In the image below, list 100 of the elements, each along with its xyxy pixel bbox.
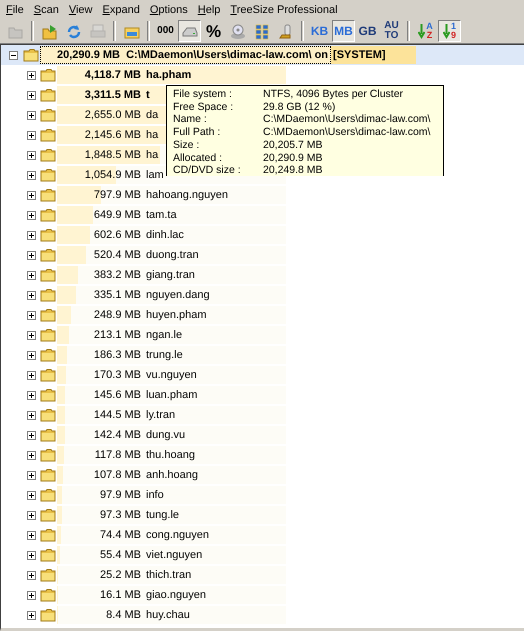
expand-icon[interactable] <box>27 110 36 120</box>
expand-icon[interactable] <box>27 250 36 260</box>
folder-name[interactable]: trung.le <box>146 349 183 361</box>
expand-icon[interactable] <box>27 490 36 500</box>
menu-item[interactable]: Help <box>192 4 226 16</box>
grid-icon <box>252 22 270 40</box>
folder-name[interactable]: ha <box>146 149 158 161</box>
expand-icon[interactable] <box>27 330 36 340</box>
folder-icon <box>40 148 56 162</box>
folder-name[interactable]: ly.tran <box>146 409 176 421</box>
folder-icon <box>40 88 56 102</box>
folder-name[interactable]: tam.ta <box>146 209 177 221</box>
folder-name[interactable]: luan.pham <box>146 389 198 401</box>
folder-size: 383.2 MB <box>92 269 141 281</box>
expand-icon[interactable] <box>27 610 36 620</box>
expand-icon[interactable] <box>27 310 36 320</box>
folder-icon <box>40 368 56 382</box>
menu-item[interactable]: Options <box>144 4 193 16</box>
owner-label: [SYSTEM] <box>331 46 416 64</box>
expand-icon[interactable] <box>27 470 36 480</box>
tree-row[interactable]: 20,290.9 MB C:\MDaemon\Users\dimac-law.com\ on [SYSTEM] <box>1 45 524 65</box>
folder-name[interactable]: cong.nguyen <box>146 529 209 541</box>
menu-item[interactable]: Scan <box>28 4 64 16</box>
expand-icon[interactable] <box>27 230 36 240</box>
folder-icon <box>40 588 56 602</box>
folder-icon <box>40 128 56 142</box>
expand-icon[interactable] <box>27 290 36 300</box>
expand-icon[interactable] <box>27 530 36 540</box>
folder-size: 2,655.0 MB <box>84 109 141 121</box>
folder-name[interactable]: viet.nguyen <box>146 549 202 561</box>
folder-name[interactable]: nguyen.dang <box>146 289 210 301</box>
folder-size: 97.9 MB <box>99 489 141 501</box>
folder-size: 797.9 MB <box>92 189 141 201</box>
folder-icon <box>40 568 56 582</box>
folder-size: 2,145.6 MB <box>84 129 141 141</box>
expand-icon[interactable] <box>27 150 36 160</box>
folder-name[interactable]: ha.pham <box>146 69 192 81</box>
folder-name[interactable]: giao.nguyen <box>146 589 206 601</box>
folder-icon <box>40 348 56 362</box>
folder-name[interactable]: lam <box>146 169 164 181</box>
expand-icon[interactable] <box>27 190 36 200</box>
folder-size: 145.6 MB <box>92 389 141 401</box>
folder-name[interactable]: huy.chau <box>146 609 190 621</box>
folder-size: 248.9 MB <box>92 309 141 321</box>
folder-name[interactable]: thich.tran <box>146 569 192 581</box>
unit-toggle[interactable]: GB <box>356 20 379 42</box>
folder-icon <box>40 288 56 302</box>
folder-name[interactable]: huyen.pham <box>146 309 207 321</box>
expand-icon[interactable] <box>27 270 36 280</box>
folder-icon <box>40 168 56 182</box>
folder-name[interactable]: thu.hoang <box>146 449 195 461</box>
expand-icon[interactable] <box>27 170 36 180</box>
auto-unit-toggle[interactable]: AU TO <box>380 20 403 42</box>
expand-icon[interactable] <box>27 590 36 600</box>
folder-name[interactable]: hahoang.nguyen <box>146 189 228 201</box>
collapse-icon[interactable] <box>9 50 18 60</box>
expand-icon[interactable] <box>27 130 36 140</box>
folder-icon <box>40 548 56 562</box>
expand-icon[interactable] <box>27 410 36 420</box>
folder-name[interactable]: duong.tran <box>146 249 199 261</box>
folder-name[interactable]: da <box>146 109 158 121</box>
expand-icon[interactable] <box>27 350 36 360</box>
unit-toggle[interactable]: 000 <box>154 20 177 42</box>
folder-name[interactable]: ha <box>146 129 158 141</box>
expand-icon[interactable] <box>27 550 36 560</box>
unit-toggle[interactable]: MB <box>332 20 355 42</box>
unit-toggle[interactable]: % <box>202 20 225 42</box>
folder-icon <box>40 308 56 322</box>
folder-name[interactable]: info <box>146 489 164 501</box>
menu-item[interactable]: Expand <box>98 4 145 16</box>
folder-icon <box>40 488 56 502</box>
folder-name[interactable]: anh.hoang <box>146 469 198 481</box>
folder-name[interactable]: dinh.lac <box>146 229 184 241</box>
menu-item[interactable]: TreeSize Professional <box>225 4 343 16</box>
expand-icon[interactable] <box>27 450 36 460</box>
folder-icon <box>40 208 56 222</box>
expand-icon[interactable] <box>27 510 36 520</box>
folder-name[interactable]: dung.vu <box>146 429 186 441</box>
folder-size: 1,054.9 MB <box>84 169 141 181</box>
sort-button[interactable]: 1 9 <box>438 20 461 42</box>
menu-item[interactable]: File <box>1 4 29 16</box>
folder-size: 3,311.5 MB <box>84 89 141 101</box>
menu-item[interactable]: View <box>64 4 98 16</box>
folder-name[interactable]: tung.le <box>146 509 180 521</box>
folder-name[interactable]: ngan.le <box>146 329 182 341</box>
expand-icon[interactable] <box>27 370 36 380</box>
drive-button[interactable] <box>178 20 201 42</box>
folder-path[interactable]: 20,290.9 MB C:\MDaemon\Users\dimac-law.com\ on <box>40 46 332 64</box>
folder-icon <box>40 268 56 282</box>
expand-icon[interactable] <box>27 570 36 580</box>
folder-name[interactable]: vu.nguyen <box>146 369 197 381</box>
folder-icon <box>40 508 56 522</box>
folder-name[interactable]: t <box>146 89 150 101</box>
expand-icon[interactable] <box>27 90 36 100</box>
expand-icon[interactable] <box>27 70 36 80</box>
folder-name[interactable]: giang.tran <box>146 269 195 281</box>
expand-icon[interactable] <box>27 210 36 220</box>
expand-icon[interactable] <box>27 430 36 440</box>
expand-icon[interactable] <box>27 390 36 400</box>
folder-icon <box>40 448 56 462</box>
